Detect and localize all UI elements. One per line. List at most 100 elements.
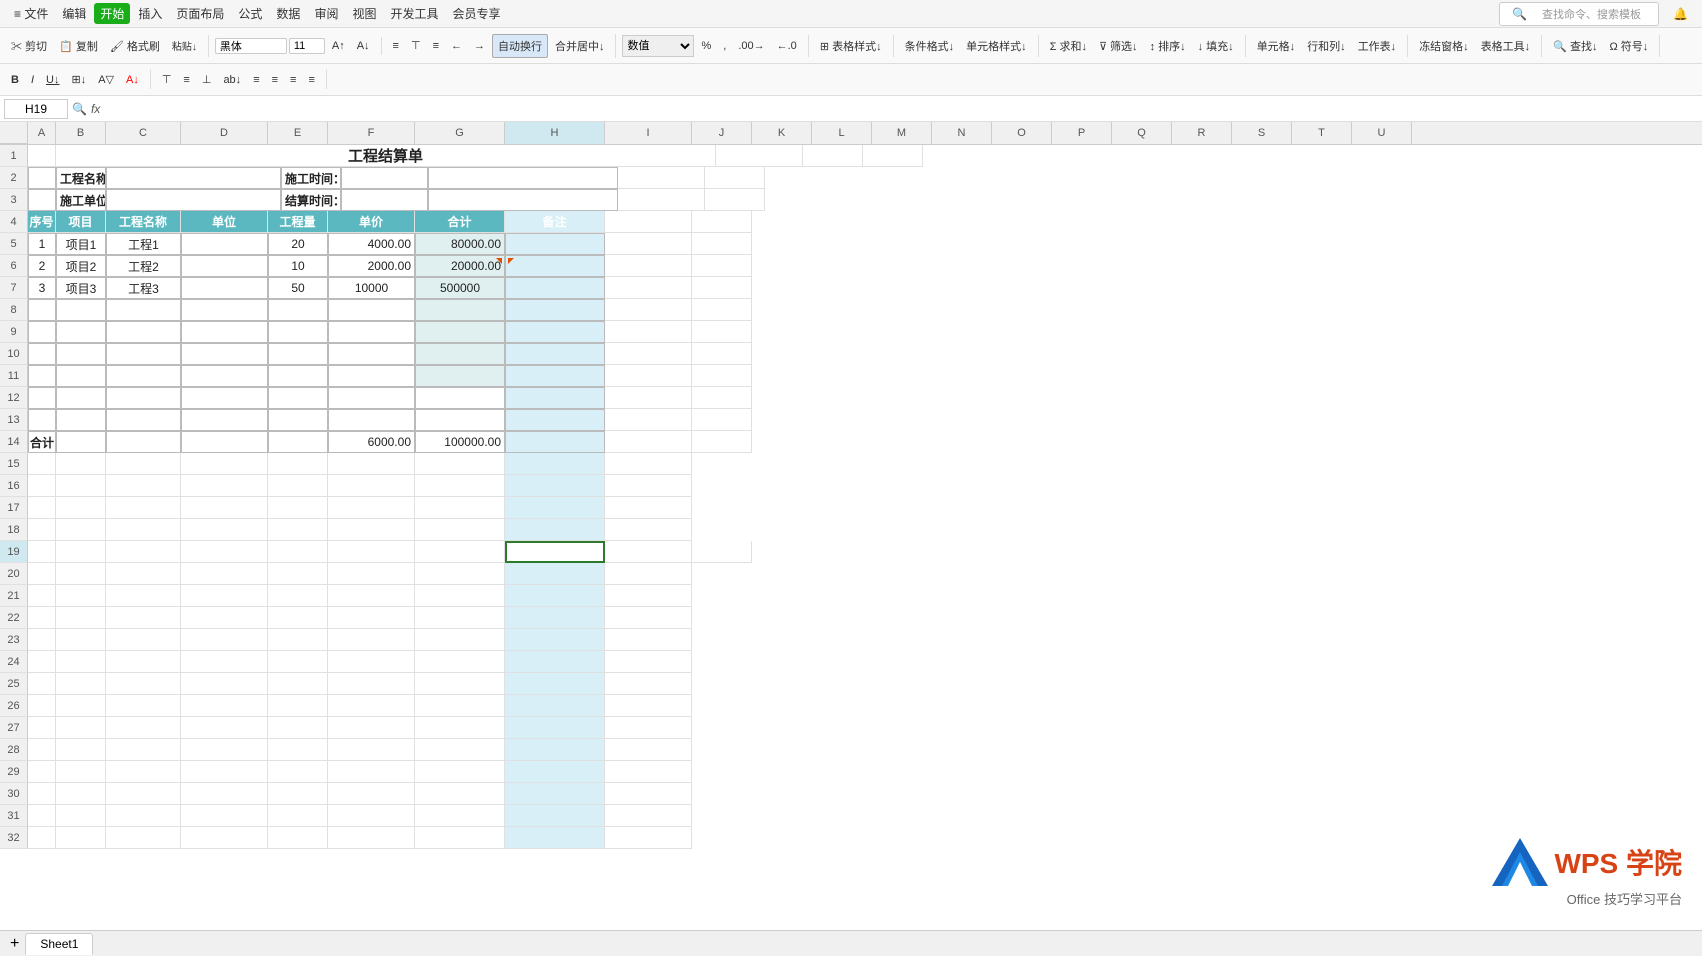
- col-header-T[interactable]: T: [1292, 122, 1352, 144]
- cell-K1[interactable]: [863, 145, 923, 167]
- condition-format-button[interactable]: 条件格式↓: [900, 35, 960, 57]
- row-num-14[interactable]: 14: [0, 431, 28, 453]
- cell-D5[interactable]: [181, 233, 268, 255]
- cell-F7[interactable]: 10000: [328, 277, 415, 299]
- cell-E28[interactable]: [268, 739, 328, 761]
- col-header-Q[interactable]: Q: [1112, 122, 1172, 144]
- cell-C7[interactable]: 工程3: [106, 277, 181, 299]
- cell-F14[interactable]: 6000.00: [328, 431, 415, 453]
- cell-F27[interactable]: [328, 717, 415, 739]
- menu-page-layout[interactable]: 页面布局: [170, 3, 230, 24]
- cell-H20[interactable]: [505, 563, 605, 585]
- cell-B14[interactable]: [56, 431, 106, 453]
- cell-A14[interactable]: 合计: [28, 431, 56, 453]
- cell-E16[interactable]: [268, 475, 328, 497]
- cell-G5[interactable]: 80000.00: [415, 233, 505, 255]
- cell-D21[interactable]: [181, 585, 268, 607]
- cell-D29[interactable]: [181, 761, 268, 783]
- fill-button[interactable]: ↓ 填充↓: [1193, 35, 1239, 57]
- cell-H9[interactable]: [505, 321, 605, 343]
- row-num-5[interactable]: 5: [0, 233, 28, 255]
- cell-D25[interactable]: [181, 673, 268, 695]
- indent-less-button[interactable]: ←: [446, 37, 467, 55]
- cell-H26[interactable]: [505, 695, 605, 717]
- cell-A15[interactable]: [28, 453, 56, 475]
- cell-A2[interactable]: [28, 167, 56, 189]
- cell-E26[interactable]: [268, 695, 328, 717]
- cell-G17[interactable]: [415, 497, 505, 519]
- sort-button[interactable]: ↕ 排序↓: [1145, 35, 1191, 57]
- row-num-2[interactable]: 2: [0, 167, 28, 189]
- cell-I16[interactable]: [605, 475, 692, 497]
- cell-J2[interactable]: [705, 167, 765, 189]
- increase-font-button[interactable]: A↑: [327, 37, 350, 55]
- cell-A6[interactable]: 2: [28, 255, 56, 277]
- cell-F15[interactable]: [328, 453, 415, 475]
- font-size-selector[interactable]: 11: [289, 38, 325, 54]
- cell-E12[interactable]: [268, 387, 328, 409]
- cell-H6[interactable]: [505, 255, 605, 277]
- menu-edit[interactable]: 编辑: [56, 3, 92, 24]
- cell-A32[interactable]: [28, 827, 56, 849]
- cell-E5[interactable]: 20: [268, 233, 328, 255]
- cell-J19[interactable]: [692, 541, 752, 563]
- cell-I32[interactable]: [605, 827, 692, 849]
- cell-B22[interactable]: [56, 607, 106, 629]
- cell-C25[interactable]: [106, 673, 181, 695]
- cell-J13[interactable]: [692, 409, 752, 431]
- cell-A7[interactable]: 3: [28, 277, 56, 299]
- row-num-24[interactable]: 24: [0, 651, 28, 673]
- cell-C3[interactable]: [106, 189, 281, 211]
- align-middle-button[interactable]: ≡: [178, 71, 194, 89]
- align-right2-button[interactable]: ≡: [285, 71, 301, 89]
- font-selector[interactable]: 黑体: [215, 38, 287, 54]
- cell-style-button[interactable]: 单元格样式↓: [961, 35, 1032, 57]
- cell-H7[interactable]: [505, 277, 605, 299]
- cell-E30[interactable]: [268, 783, 328, 805]
- cell-G18[interactable]: [415, 519, 505, 541]
- cell-A22[interactable]: [28, 607, 56, 629]
- cell-H21[interactable]: [505, 585, 605, 607]
- cell-B21[interactable]: [56, 585, 106, 607]
- fill-color-button[interactable]: A▽: [93, 70, 119, 89]
- cell-D23[interactable]: [181, 629, 268, 651]
- cell-D31[interactable]: [181, 805, 268, 827]
- cell-A25[interactable]: [28, 673, 56, 695]
- cell-G4-total[interactable]: 合计: [415, 211, 505, 233]
- cell-I29[interactable]: [605, 761, 692, 783]
- cell-E2[interactable]: 施工时间：: [281, 167, 341, 189]
- row-num-6[interactable]: 6: [0, 255, 28, 277]
- row-num-3[interactable]: 3: [0, 189, 28, 211]
- cell-D18[interactable]: [181, 519, 268, 541]
- cell-D12[interactable]: [181, 387, 268, 409]
- cell-I24[interactable]: [605, 651, 692, 673]
- bold-button[interactable]: B: [6, 71, 24, 89]
- cell-G3[interactable]: [428, 189, 618, 211]
- row-num-23[interactable]: 23: [0, 629, 28, 651]
- row-num-28[interactable]: 28: [0, 739, 28, 761]
- cell-H5[interactable]: [505, 233, 605, 255]
- filter-button[interactable]: ⊽ 筛选↓: [1094, 35, 1143, 57]
- align-right-button[interactable]: ≡: [428, 37, 444, 55]
- cell-I13[interactable]: [605, 409, 692, 431]
- border-button[interactable]: ⊞↓: [66, 70, 91, 89]
- cell-I19[interactable]: [605, 541, 692, 563]
- formula-input[interactable]: [104, 99, 1698, 119]
- cell-F16[interactable]: [328, 475, 415, 497]
- cell-C10[interactable]: [106, 343, 181, 365]
- menu-formula[interactable]: 公式: [232, 3, 268, 24]
- cell-B2[interactable]: 工程名称：: [56, 167, 106, 189]
- row-num-11[interactable]: 11: [0, 365, 28, 387]
- cell-B17[interactable]: [56, 497, 106, 519]
- cell-I25[interactable]: [605, 673, 692, 695]
- cell-H28[interactable]: [505, 739, 605, 761]
- cell-E24[interactable]: [268, 651, 328, 673]
- cell-D32[interactable]: [181, 827, 268, 849]
- cell-I3[interactable]: [618, 189, 705, 211]
- cell-A9[interactable]: [28, 321, 56, 343]
- cell-F22[interactable]: [328, 607, 415, 629]
- cell-E4-qty[interactable]: 工程量: [268, 211, 328, 233]
- cell-F4-price[interactable]: 单价: [328, 211, 415, 233]
- cell-A28[interactable]: [28, 739, 56, 761]
- cell-C28[interactable]: [106, 739, 181, 761]
